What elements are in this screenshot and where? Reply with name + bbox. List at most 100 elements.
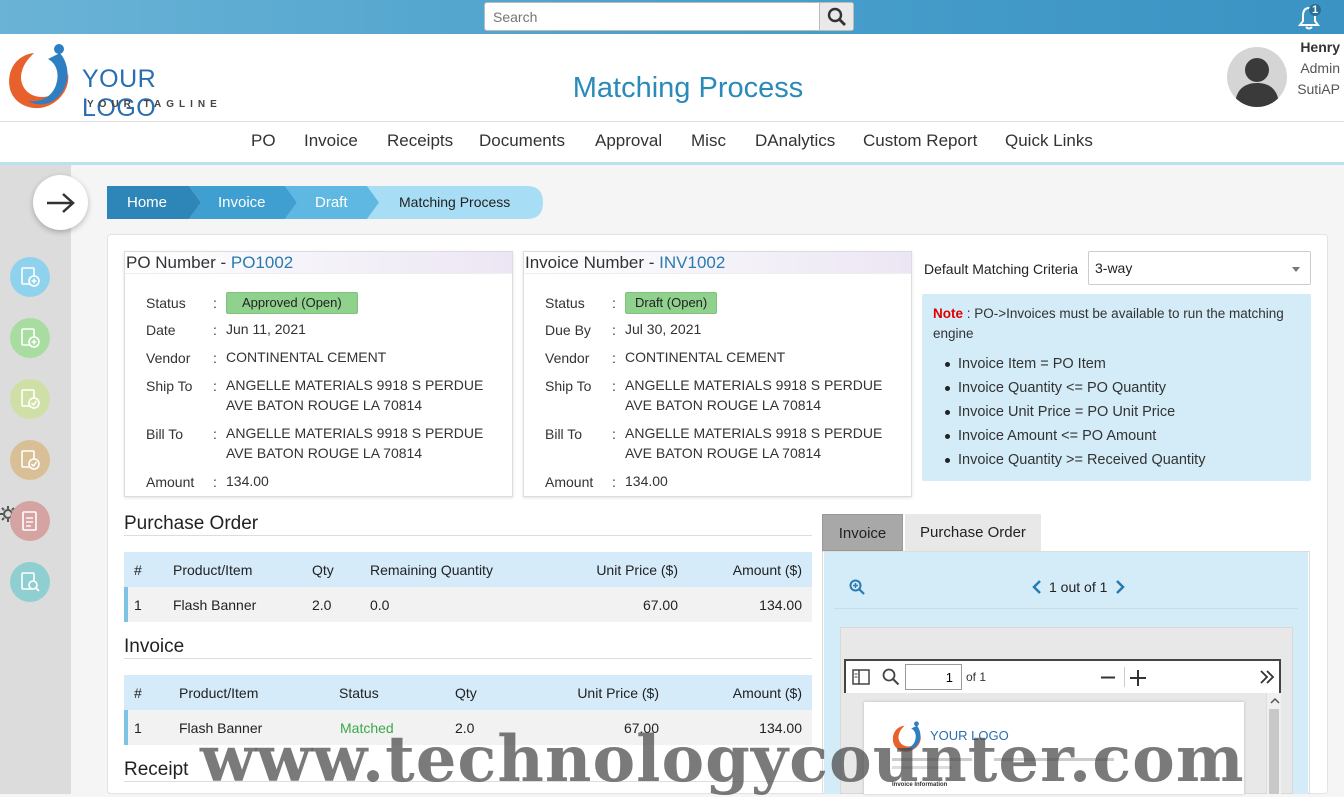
invoice-bill-to-label: Bill To — [545, 426, 583, 442]
divider — [124, 658, 812, 659]
list-item: Invoice Amount <= PO Amount — [933, 426, 1300, 450]
invoice-amount-value: 134.00 — [625, 473, 668, 489]
sidebar-item-documents[interactable] — [10, 440, 50, 480]
column-header: Amount ($) — [732, 685, 802, 701]
column-header: Unit Price ($) — [577, 685, 659, 701]
user-info[interactable]: Henry Admin SutiAP — [1294, 37, 1340, 100]
sidebar-item-po[interactable] — [10, 257, 50, 297]
column-header: # — [134, 562, 142, 578]
cell-amount: 134.00 — [759, 597, 802, 613]
breadcrumb-draft[interactable]: Draft — [295, 186, 348, 219]
logo-tagline: YOUR TAGLINE — [87, 99, 222, 110]
nav-item-po[interactable]: PO — [251, 131, 276, 151]
status-badge: Draft (Open) — [625, 292, 718, 314]
po-vendor-value: CONTINENTAL CEMENT — [226, 349, 387, 365]
invoice-ship-to-row: Ship To: ANGELLE MATERIALS 9918 S PERDUE… — [524, 377, 911, 418]
pdf-toolbar: of 1 — [844, 659, 1281, 693]
chevron-left-icon[interactable] — [1031, 579, 1043, 595]
user-app: SutiAP — [1297, 81, 1340, 97]
column-header: Qty — [312, 562, 334, 578]
cell-index: 1 — [134, 597, 142, 613]
sidebar-toggle-icon[interactable] — [852, 669, 870, 685]
matching-criteria-value: 3-way — [1095, 260, 1133, 276]
po-number[interactable]: PO1002 — [231, 253, 293, 272]
column-header: Amount ($) — [732, 562, 802, 578]
matching-criteria-select[interactable]: 3-way — [1088, 251, 1311, 285]
user-name: Henry — [1300, 39, 1340, 55]
list-item: Invoice Quantity >= Received Quantity — [933, 450, 1300, 474]
po-card-header: PO Number - PO1002 — [125, 252, 512, 274]
invoice-vendor-label: Vendor — [545, 350, 590, 366]
document-search-icon — [21, 572, 40, 592]
po-ship-to-line2: AVE BATON ROUGE LA 70814 — [226, 397, 423, 413]
breadcrumb-invoice[interactable]: Invoice — [198, 186, 266, 219]
colon: : — [213, 474, 217, 490]
po-bill-to-line2: AVE BATON ROUGE LA 70814 — [226, 445, 423, 461]
breadcrumb-home[interactable]: Home — [107, 186, 167, 219]
list-item: Invoice Quantity <= PO Quantity — [933, 378, 1300, 402]
sidebar-item-approval[interactable] — [10, 501, 50, 541]
sidebar-item-search[interactable] — [10, 562, 50, 602]
column-header: Qty — [455, 685, 477, 701]
sidebar-item-receipts[interactable] — [10, 379, 50, 419]
invoice-bill-to-line2: AVE BATON ROUGE LA 70814 — [625, 445, 822, 461]
nav-item-invoice[interactable]: Invoice — [304, 131, 358, 151]
nav-item-misc[interactable]: Misc — [691, 131, 726, 151]
top-bar: 1 — [0, 0, 1344, 34]
nav-item-documents[interactable]: Documents — [479, 131, 565, 151]
column-header: # — [134, 685, 142, 701]
list-item: Invoice Item = PO Item — [933, 354, 1300, 378]
search-icon[interactable] — [882, 668, 900, 686]
pdf-page-total: of 1 — [966, 670, 987, 684]
invoice-due-value: Jul 30, 2021 — [625, 321, 702, 337]
po-ship-to-line1: ANGELLE MATERIALS 9918 S PERDUE — [226, 377, 484, 393]
search-input[interactable] — [485, 3, 819, 30]
watermark-text: www.technologycounter.com — [200, 722, 1245, 797]
scrollbar-thumb[interactable] — [1269, 709, 1279, 794]
invoice-section-title: Invoice — [124, 636, 185, 657]
approval-document-icon — [22, 511, 37, 531]
nav-item-danalytics[interactable]: DAnalytics — [755, 131, 835, 151]
logo-text: YOUR LOGO — [82, 65, 157, 122]
tab-purchase-order[interactable]: Purchase Order — [905, 514, 1041, 551]
header: YOUR LOGO YOUR TAGLINE Matching Process … — [0, 34, 1344, 122]
sidebar-toggle-button[interactable] — [33, 175, 88, 230]
page-title: Matching Process — [572, 72, 804, 104]
sidebar-item-invoice[interactable] — [10, 318, 50, 358]
divider — [1124, 667, 1125, 687]
zoom-in-icon[interactable] — [1130, 670, 1146, 686]
table-row[interactable]: 1 Flash Banner 2.0 0.0 67.00 134.00 — [124, 587, 812, 622]
pdf-page-input[interactable] — [905, 664, 962, 690]
nav-item-approval[interactable]: Approval — [595, 131, 662, 151]
column-header: Status — [339, 685, 379, 701]
po-bill-to-row: Bill To: ANGELLE MATERIALS 9918 S PERDUE… — [125, 425, 512, 466]
double-chevron-right-icon[interactable] — [1259, 670, 1275, 684]
logo-mark-icon — [9, 44, 69, 109]
main-nav: PO Invoice Receipts Documents Approval M… — [0, 121, 1344, 165]
arrow-right-icon — [46, 192, 75, 213]
avatar[interactable] — [1227, 47, 1287, 107]
status-badge: Approved (Open) — [226, 292, 358, 314]
column-header: Product/Item — [179, 685, 259, 701]
colon: : — [213, 350, 217, 366]
receipt-icon — [21, 389, 40, 409]
chevron-right-icon[interactable] — [1114, 579, 1126, 595]
nav-item-custom-report[interactable]: Custom Report — [863, 131, 977, 151]
nav-item-receipts[interactable]: Receipts — [387, 131, 453, 151]
colon: : — [612, 350, 616, 366]
nav-item-quick-links[interactable]: Quick Links — [1005, 131, 1093, 151]
tab-invoice[interactable]: Invoice — [822, 514, 903, 551]
invoice-card-header: Invoice Number - INV1002 — [524, 252, 911, 274]
zoom-out-icon[interactable] — [1101, 676, 1115, 679]
notifications-button[interactable]: 1 — [1298, 4, 1324, 30]
colon: : — [612, 474, 616, 490]
purchase-order-section-title: Purchase Order — [124, 513, 259, 534]
po-bill-to-label: Bill To — [146, 426, 184, 442]
zoom-in-icon[interactable] — [849, 579, 865, 595]
pdf-scrollbar[interactable] — [1266, 693, 1281, 794]
invoice-number[interactable]: INV1002 — [659, 253, 725, 272]
company-logo[interactable]: YOUR LOGO YOUR TAGLINE — [4, 41, 224, 122]
search-button[interactable] — [819, 3, 853, 30]
po-date-value: Jun 11, 2021 — [226, 321, 306, 337]
divider — [834, 608, 1298, 609]
